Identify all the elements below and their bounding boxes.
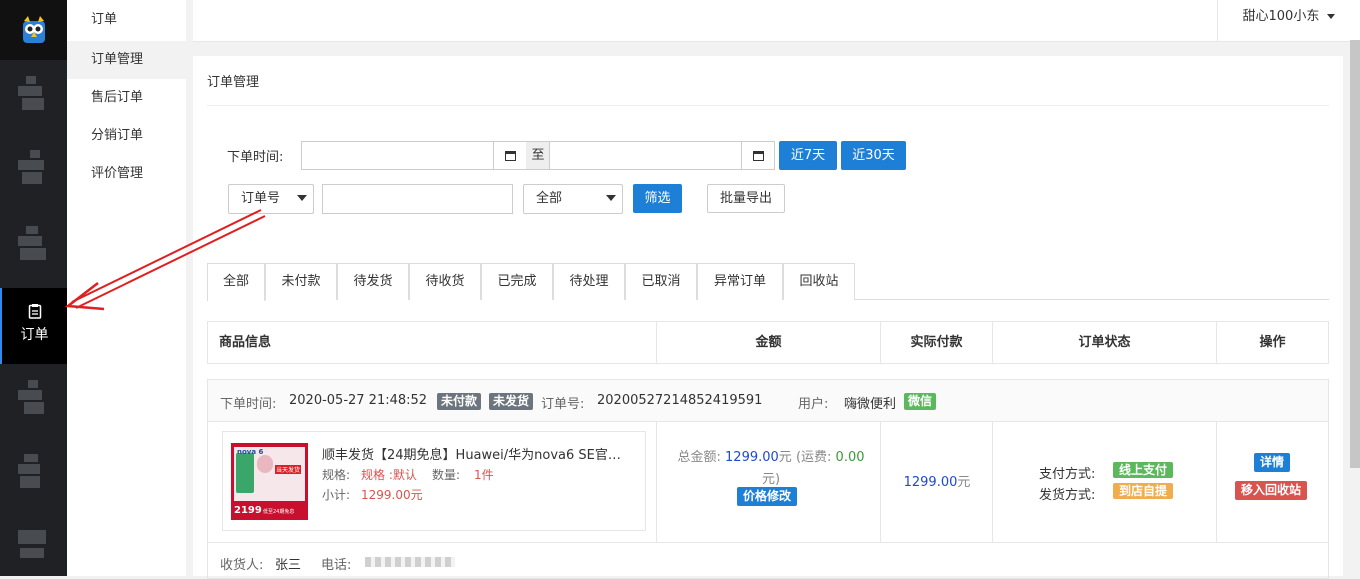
annotation-arrow-icon <box>64 209 266 311</box>
